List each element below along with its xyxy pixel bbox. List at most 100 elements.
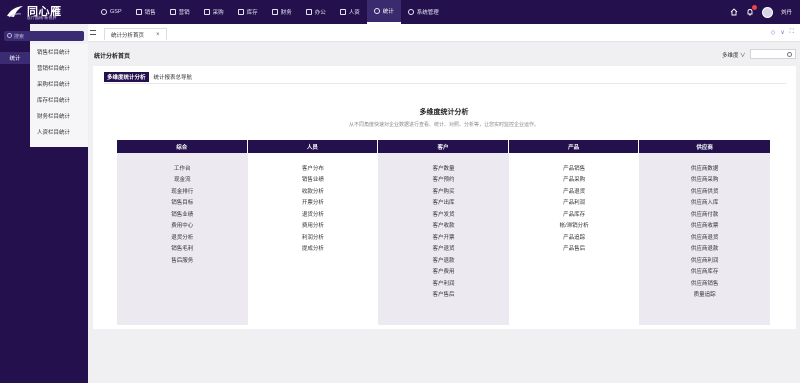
matrix-column: 人员 客户分布 销售业绩 收款分析 开票分析 退货分析 费用分析 利润分析 提成分析 xyxy=(247,140,379,325)
matrix-link[interactable]: 销售目标 xyxy=(117,197,248,209)
matrix-column: 产品产品销售 产品采购 产品退货 产品利润 产品库存 帐/滞销分析 产品追踪 产品售后 xyxy=(508,140,640,325)
tab-strip xyxy=(88,24,800,42)
logo[interactable]: 同心雁 医疗器械·新视界 xyxy=(6,3,88,21)
matrix-link[interactable]: 供应商退款 xyxy=(639,243,770,255)
column-header: 产品 xyxy=(508,140,640,153)
matrix-link[interactable]: 现金排行 xyxy=(117,185,248,197)
matrix-link[interactable]: 供应商利润 xyxy=(639,254,770,266)
nav-item-0[interactable]: GSP xyxy=(94,0,129,24)
matrix-link[interactable]: 供应商退货 xyxy=(639,231,770,243)
matrix-link[interactable]: 质量追踪 xyxy=(639,289,770,301)
matrix-link[interactable]: 客户退货 xyxy=(378,243,509,255)
nav-label: GSP xyxy=(110,9,122,15)
close-icon[interactable]: × xyxy=(156,32,160,38)
top-navbar: 同心雁 医疗器械·新视界 GSP 销售 营销 采购 库存 财务 办公 人资 统计 系统管理 刘丹 xyxy=(0,0,800,24)
matrix-link[interactable]: 产品销售 xyxy=(509,162,640,174)
dimension-search-input[interactable] xyxy=(750,49,796,59)
sidebar-item-stats[interactable]: 统计 xyxy=(0,52,30,64)
analysis-matrix: 综合 工作台 现金流 现金排行 销售目标 销售业绩 费用中心 退货分析 销售毛利 售后服务 人员 客户… xyxy=(117,140,770,325)
matrix-link[interactable]: 工作台 xyxy=(117,162,248,174)
matrix-link[interactable]: 供应商库存 xyxy=(639,266,770,278)
matrix-link[interactable]: 销售业绩 xyxy=(117,208,248,220)
matrix-link[interactable]: 利润分析 xyxy=(248,231,379,243)
chevron-down-icon[interactable]: ∨ xyxy=(780,29,784,36)
sidebar-subitem[interactable]: 营销栏目统计 xyxy=(30,60,88,76)
matrix-link[interactable]: 客户发货 xyxy=(378,208,509,220)
subtab-1[interactable]: 统计报表总导航 xyxy=(151,72,196,82)
matrix-link[interactable]: 供应商数据 xyxy=(639,162,770,174)
nav-label: 办公 xyxy=(314,10,326,16)
matrix-link[interactable]: 销售毛利 xyxy=(117,243,248,255)
matrix-link[interactable]: 销售业绩 xyxy=(248,174,379,186)
sidebar-search[interactable]: 搜索 xyxy=(4,31,84,41)
menu-collapse-icon[interactable] xyxy=(90,30,96,35)
home-icon[interactable] xyxy=(730,8,738,16)
matrix-link[interactable]: 客户分布 xyxy=(248,162,379,174)
dimension-select[interactable]: 多维度 ∨ xyxy=(722,51,746,59)
matrix-link[interactable]: 客户开票 xyxy=(378,231,509,243)
matrix-link[interactable]: 产品售后 xyxy=(509,243,640,255)
matrix-link[interactable]: 收款分析 xyxy=(248,185,379,197)
matrix-link[interactable]: 产品退货 xyxy=(509,185,640,197)
nav-item-7[interactable]: 人资 xyxy=(333,0,367,24)
matrix-link[interactable]: 客户利润 xyxy=(378,277,509,289)
column-body: 工作台 现金流 现金排行 销售目标 销售业绩 费用中心 退货分析 销售毛利 售后服务 xyxy=(117,153,248,325)
search-icon xyxy=(7,33,12,38)
matrix-link[interactable]: 提成分析 xyxy=(248,243,379,255)
gear-icon xyxy=(407,9,414,15)
refresh-icon[interactable]: ◇ xyxy=(771,29,776,36)
nav-item-2[interactable]: 营销 xyxy=(163,0,197,24)
matrix-link[interactable]: 客户预约 xyxy=(378,174,509,186)
matrix-link[interactable]: 供应商入库 xyxy=(639,197,770,209)
matrix-link[interactable]: 供应商供货 xyxy=(639,185,770,197)
subtab-0[interactable]: 多维度统计分析 xyxy=(104,72,149,82)
nav-item-9[interactable]: 系统管理 xyxy=(401,0,446,24)
matrix-link[interactable]: 费用中心 xyxy=(117,220,248,232)
matrix-link[interactable]: 客户数量 xyxy=(378,162,509,174)
sidebar-subitem[interactable]: 库存栏目统计 xyxy=(30,92,88,108)
matrix-link[interactable]: 客户收款 xyxy=(378,220,509,232)
matrix-link[interactable]: 退货分析 xyxy=(117,231,248,243)
matrix-link[interactable]: 费用分析 xyxy=(248,220,379,232)
nav-label: 营销 xyxy=(178,10,190,16)
matrix-link[interactable]: 产品库存 xyxy=(509,208,640,220)
nav-item-3[interactable]: 采购 xyxy=(197,0,231,24)
matrix-link[interactable]: 客户退款 xyxy=(378,254,509,266)
matrix-link[interactable]: 客户费用 xyxy=(378,266,509,278)
matrix-link[interactable]: 现金流 xyxy=(117,174,248,186)
clock-icon xyxy=(373,8,380,14)
matrix-link[interactable]: 供应商销售 xyxy=(639,277,770,289)
notification-badge xyxy=(751,5,757,10)
nav-label: 财务 xyxy=(280,10,292,16)
sidebar-subitem[interactable]: 采购栏目统计 xyxy=(30,76,88,92)
matrix-link[interactable]: 售后服务 xyxy=(117,254,248,266)
matrix-link[interactable]: 供应商收票 xyxy=(639,220,770,232)
matrix-link[interactable]: 供应商付款 xyxy=(639,208,770,220)
nav-item-4[interactable]: 库存 xyxy=(231,0,265,24)
matrix-link[interactable]: 供应商采购 xyxy=(639,174,770,186)
sidebar-subitem[interactable]: 销售栏目统计 xyxy=(30,44,88,60)
nav-item-5[interactable]: 财务 xyxy=(265,0,299,24)
matrix-link[interactable]: 产品采购 xyxy=(509,174,640,186)
nav-label: 销售 xyxy=(144,10,156,16)
column-body: 客户分布 销售业绩 收款分析 开票分析 退货分析 费用分析 利润分析 提成分析 xyxy=(247,153,379,325)
avatar[interactable] xyxy=(761,6,773,18)
tab-stats-home[interactable]: 统计分析首页 × xyxy=(104,28,167,40)
matrix-link[interactable]: 产品利润 xyxy=(509,197,640,209)
nav-item-1[interactable]: 销售 xyxy=(129,0,163,24)
matrix-link[interactable]: 客户售后 xyxy=(378,289,509,301)
matrix-link[interactable]: 帐/滞销分析 xyxy=(509,220,640,232)
matrix-link[interactable]: 客户购买 xyxy=(378,185,509,197)
bell-icon[interactable] xyxy=(746,5,757,16)
nav-item-8[interactable]: 统计 xyxy=(366,0,401,24)
matrix-link[interactable]: 产品追踪 xyxy=(509,231,640,243)
coin-icon xyxy=(271,9,278,15)
matrix-link[interactable]: 开票分析 xyxy=(248,197,379,209)
matrix-link[interactable]: 客户出库 xyxy=(378,197,509,209)
section-title: 多维度统计分析 xyxy=(419,109,469,116)
nav-item-6[interactable]: 办公 xyxy=(299,0,333,24)
username[interactable]: 刘丹 xyxy=(781,8,792,16)
matrix-link[interactable]: 退货分析 xyxy=(248,208,379,220)
goose-logo-icon xyxy=(7,6,23,18)
fullscreen-icon[interactable]: ⛶ xyxy=(790,29,794,36)
